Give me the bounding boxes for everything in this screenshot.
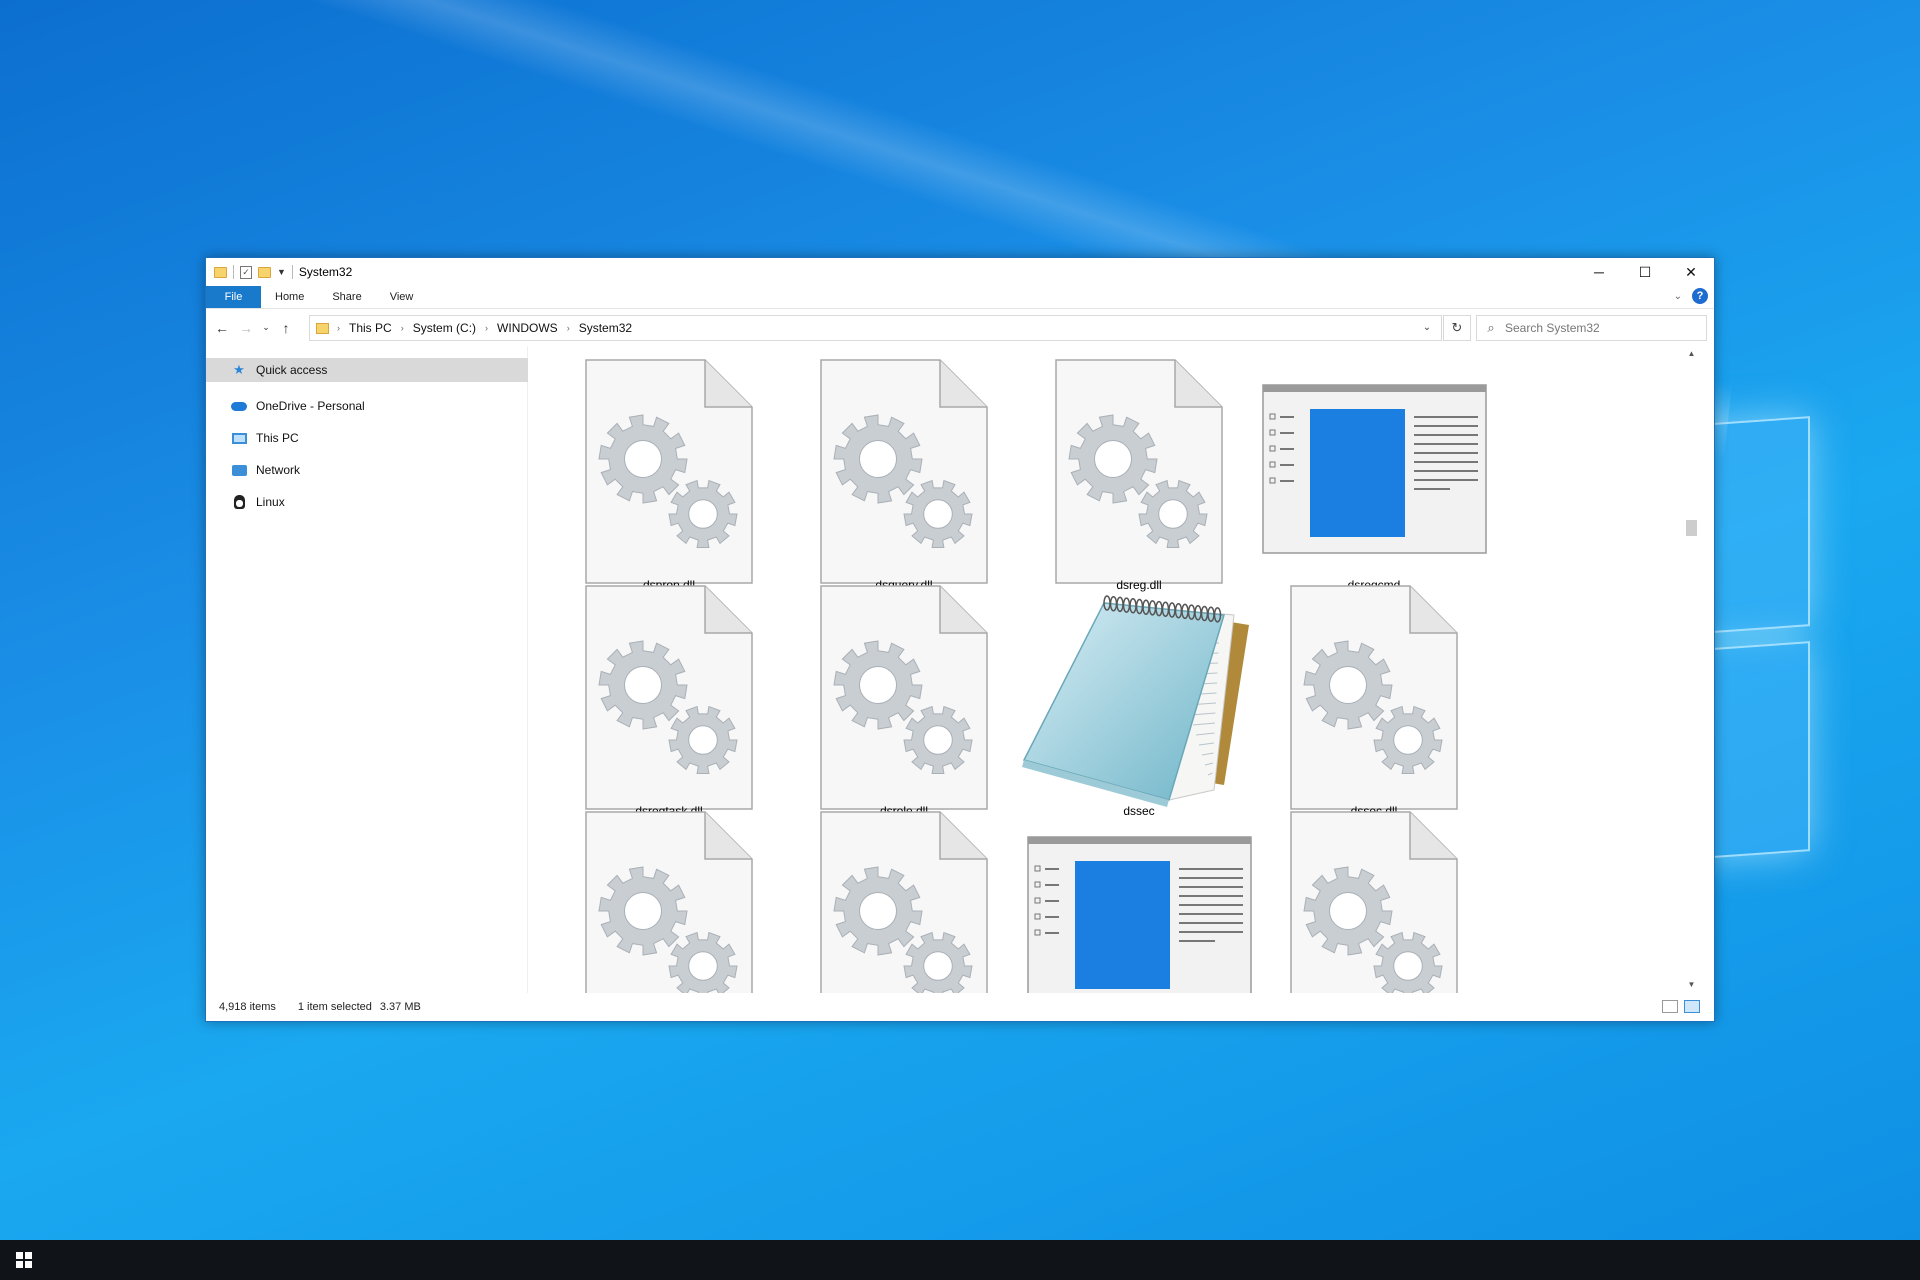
help-icon[interactable]: ?	[1692, 288, 1708, 304]
computer-icon	[232, 433, 247, 444]
search-input[interactable]: Search System32	[1505, 321, 1600, 335]
large-icons-view-icon[interactable]	[1684, 1000, 1700, 1013]
folder-icon	[214, 267, 227, 278]
dll-file-icon	[549, 582, 789, 797]
dll-file-icon	[549, 356, 789, 571]
refresh-icon[interactable]: ↻	[1443, 315, 1471, 341]
details-view-icon[interactable]	[1662, 1000, 1678, 1013]
dll-file-icon	[784, 582, 1024, 797]
recent-locations-icon[interactable]: ⌄	[258, 322, 274, 333]
properties-icon[interactable]: ✓	[240, 266, 252, 279]
file-item[interactable]: dssec	[1019, 582, 1259, 822]
maximize-button[interactable]: ☐	[1622, 258, 1668, 286]
file-item[interactable]	[1254, 808, 1494, 993]
vertical-scrollbar[interactable]: ▲ ▼	[1684, 346, 1699, 993]
new-folder-icon[interactable]	[258, 267, 271, 278]
expand-ribbon-icon[interactable]: ⌄	[1674, 291, 1682, 302]
star-icon: ★	[230, 362, 248, 378]
breadcrumb-this-pc[interactable]: This PC	[349, 321, 392, 335]
scroll-down-icon[interactable]: ▼	[1684, 977, 1699, 993]
application-icon	[1019, 808, 1259, 993]
taskbar	[0, 1240, 1920, 1280]
navigation-pane: ★ Quick access OneDrive - Personal This …	[206, 346, 528, 993]
file-item[interactable]: dsregcmd	[1254, 356, 1494, 596]
file-item[interactable]: dsrole.dll	[784, 582, 1024, 822]
up-arrow-icon[interactable]: ↑	[274, 320, 298, 336]
file-item[interactable]	[784, 808, 1024, 993]
file-item[interactable]: dsreg.dll	[1019, 356, 1259, 596]
dll-file-icon	[1019, 356, 1259, 571]
start-button[interactable]	[0, 1240, 48, 1280]
forward-arrow-icon[interactable]: →	[234, 320, 258, 336]
dll-file-icon	[784, 356, 1024, 571]
sidebar-item-quick-access[interactable]: ★ Quick access	[206, 358, 528, 382]
application-icon	[1254, 356, 1494, 571]
sidebar-item-onedrive[interactable]: OneDrive - Personal	[206, 390, 527, 422]
folder-icon	[316, 323, 329, 334]
navigation-bar: ← → ⌄ ↑ › This PC › System (C:) › WINDOW…	[206, 308, 1714, 346]
sidebar-item-this-pc[interactable]: This PC	[206, 422, 527, 454]
breadcrumb-system32[interactable]: System32	[579, 321, 632, 335]
dll-file-icon	[549, 808, 789, 993]
tab-home[interactable]: Home	[261, 286, 318, 308]
file-item[interactable]: dsquery.dll	[784, 356, 1024, 596]
file-explorer-window: ✓ ▼ System32 ─ ☐ ✕ File Home Share View …	[205, 257, 1715, 1022]
file-item[interactable]: dsregtask.dll	[549, 582, 789, 822]
penguin-icon	[234, 495, 245, 509]
network-icon	[232, 465, 247, 476]
scrollbar-thumb[interactable]	[1686, 520, 1697, 536]
title-bar: ✓ ▼ System32 ─ ☐ ✕	[206, 258, 1714, 286]
tab-share[interactable]: Share	[318, 286, 375, 308]
minimize-button[interactable]: ─	[1576, 258, 1622, 286]
selection-size: 3.37 MB	[380, 1001, 421, 1013]
cloud-icon	[231, 402, 247, 411]
ribbon-tabs: File Home Share View ⌄ ?	[206, 286, 1714, 308]
scroll-up-icon[interactable]: ▲	[1684, 346, 1699, 362]
customize-toolbar-icon[interactable]: ▼	[277, 267, 286, 277]
file-item[interactable]	[1019, 808, 1259, 993]
tab-file[interactable]: File	[206, 286, 261, 308]
item-count: 4,918 items	[219, 1001, 276, 1013]
notepad-icon	[1019, 582, 1259, 797]
search-icon: ⌕	[1477, 320, 1505, 336]
file-view: dsprop.dll dsquery.dll dsreg.dll dsregcm…	[529, 346, 1699, 993]
sidebar-item-linux[interactable]: Linux	[206, 486, 527, 518]
dll-file-icon	[784, 808, 1024, 993]
close-button[interactable]: ✕	[1668, 258, 1714, 286]
breadcrumb-windows[interactable]: WINDOWS	[497, 321, 558, 335]
window-title: System32	[299, 265, 352, 279]
address-bar[interactable]: › This PC › System (C:) › WINDOWS › Syst…	[309, 315, 1442, 341]
address-history-dropdown-icon[interactable]: ⌄	[1413, 316, 1441, 340]
dll-file-icon	[1254, 582, 1494, 797]
windows-logo-wallpaper	[1700, 420, 1820, 860]
tab-view[interactable]: View	[376, 286, 428, 308]
back-arrow-icon[interactable]: ←	[210, 320, 234, 336]
file-item[interactable]: dsprop.dll	[549, 356, 789, 596]
dll-file-icon	[1254, 808, 1494, 993]
file-item[interactable]	[549, 808, 789, 993]
windows-start-icon	[16, 1252, 32, 1268]
status-bar: 4,918 items 1 item selected 3.37 MB	[206, 993, 1714, 1021]
selection-info: 1 item selected	[298, 1001, 372, 1013]
breadcrumb-system-c[interactable]: System (C:)	[413, 321, 476, 335]
file-item[interactable]: dssec.dll	[1254, 582, 1494, 822]
search-box[interactable]: ⌕ Search System32	[1476, 315, 1707, 341]
sidebar-item-network[interactable]: Network	[206, 454, 527, 486]
quick-access-toolbar: ✓ ▼	[206, 265, 293, 279]
